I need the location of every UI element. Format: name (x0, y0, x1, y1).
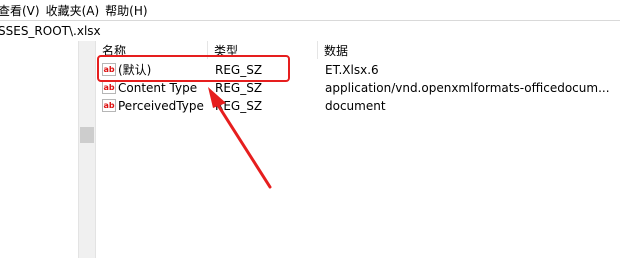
value-data: document (325, 99, 386, 113)
address-bar[interactable]: SSES_ROOT\.xlsx (0, 20, 620, 42)
address-path: SSES_ROOT\.xlsx (0, 24, 101, 38)
tree-scrollbar[interactable] (78, 41, 96, 258)
menu-view[interactable]: 查看(V) (0, 2, 46, 19)
column-header-data[interactable]: 数据 (318, 41, 620, 59)
annotation-highlight-box (97, 55, 290, 82)
scrollbar-thumb[interactable] (80, 127, 94, 143)
value-data: application/vnd.openxmlformats-officedoc… (325, 81, 610, 95)
ab-string-icon: ab (102, 81, 116, 94)
table-row[interactable]: ab PerceivedType REG_SZ document (96, 97, 620, 115)
value-name: PerceivedType (118, 99, 204, 113)
ab-string-icon: ab (102, 99, 116, 112)
menu-help[interactable]: 帮助(H) (105, 2, 153, 19)
column-header-data-label: 数据 (324, 43, 349, 58)
menu-favorites[interactable]: 收藏夹(A) (46, 2, 106, 19)
menu-bar: 查看(V) 收藏夹(A) 帮助(H) (0, 0, 620, 20)
value-data: ET.Xlsx.6 (325, 63, 379, 77)
value-type: REG_SZ (215, 99, 263, 113)
key-tree-pane[interactable] (0, 41, 78, 258)
